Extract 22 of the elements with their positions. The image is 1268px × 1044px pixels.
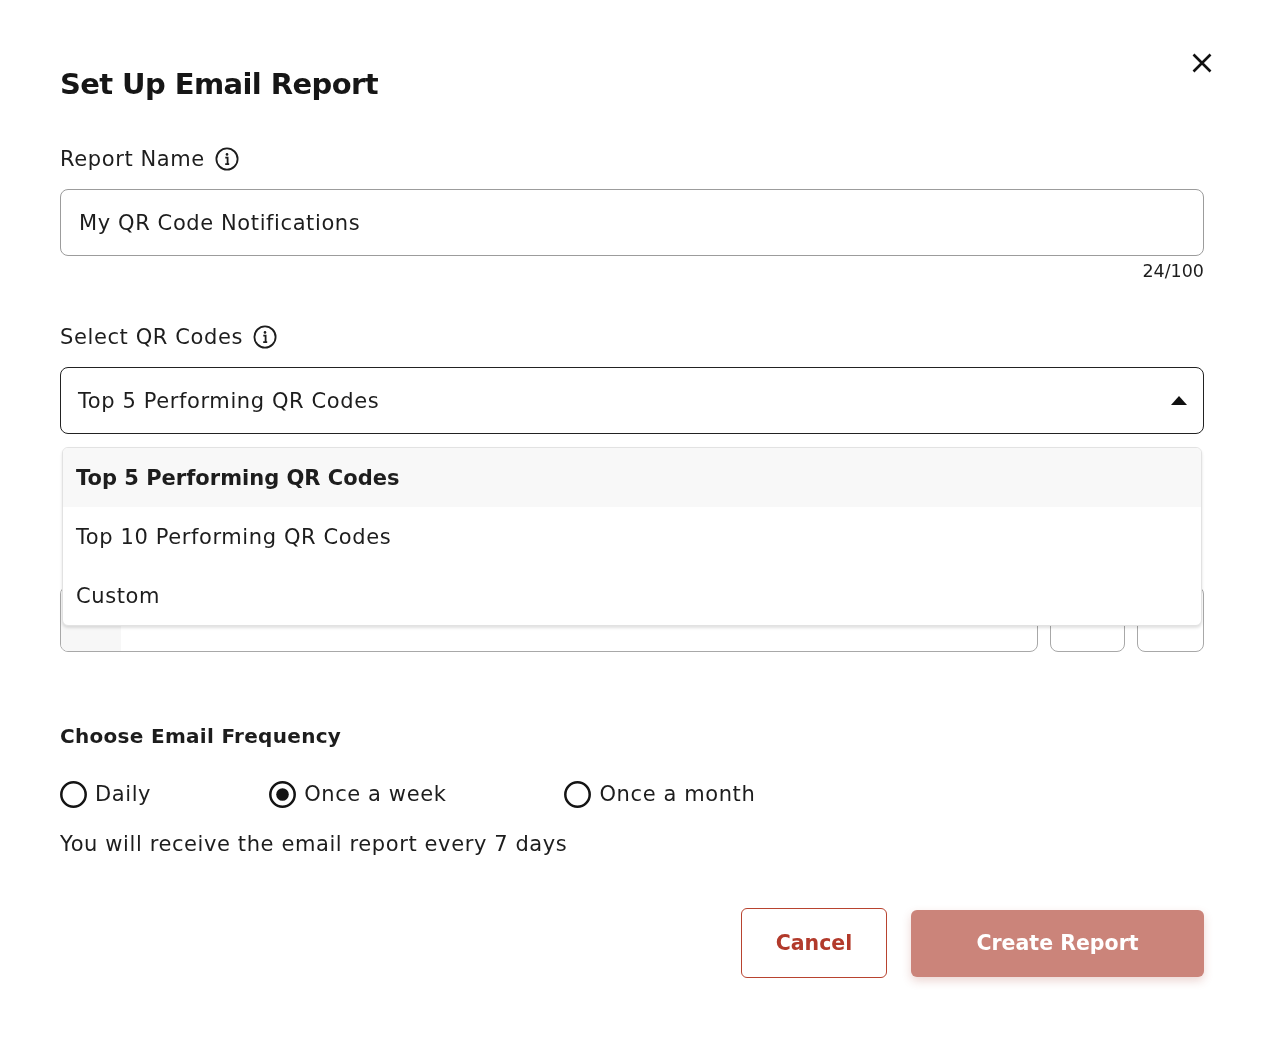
close-button[interactable] <box>1190 51 1214 75</box>
info-icon[interactable] <box>214 147 239 171</box>
radio-label: Once a week <box>304 781 447 808</box>
dropdown-option[interactable]: Custom <box>63 566 1201 625</box>
close-icon <box>1190 51 1214 75</box>
select-field[interactable]: Top 5 Performing QR Codes <box>60 367 1204 434</box>
field-label: Select QR Codes <box>60 324 243 351</box>
radio-button[interactable] <box>269 780 297 808</box>
frequency-note: You will receive the email report every 7 days <box>60 831 568 858</box>
info-icon[interactable] <box>252 325 277 349</box>
dropdown-option[interactable]: Top 10 Performing QR Codes <box>63 507 1201 566</box>
radio-button[interactable] <box>60 780 87 808</box>
dropdown-option[interactable]: Top 5 Performing QR Codes <box>63 448 1201 507</box>
section-heading: Choose Email Frequency <box>60 723 342 750</box>
input-field[interactable]: My QR Code Notifications <box>60 189 1204 256</box>
radio-label: Daily <box>95 781 152 808</box>
field-label: Report Name <box>60 146 205 173</box>
radio-button[interactable] <box>564 780 592 808</box>
cancel-button[interactable]: Cancel <box>741 908 887 978</box>
dialog-title: Set Up Email Report <box>60 66 378 103</box>
radio-label: Once a month <box>599 781 756 808</box>
character-counter: 24/100 <box>1142 260 1204 282</box>
